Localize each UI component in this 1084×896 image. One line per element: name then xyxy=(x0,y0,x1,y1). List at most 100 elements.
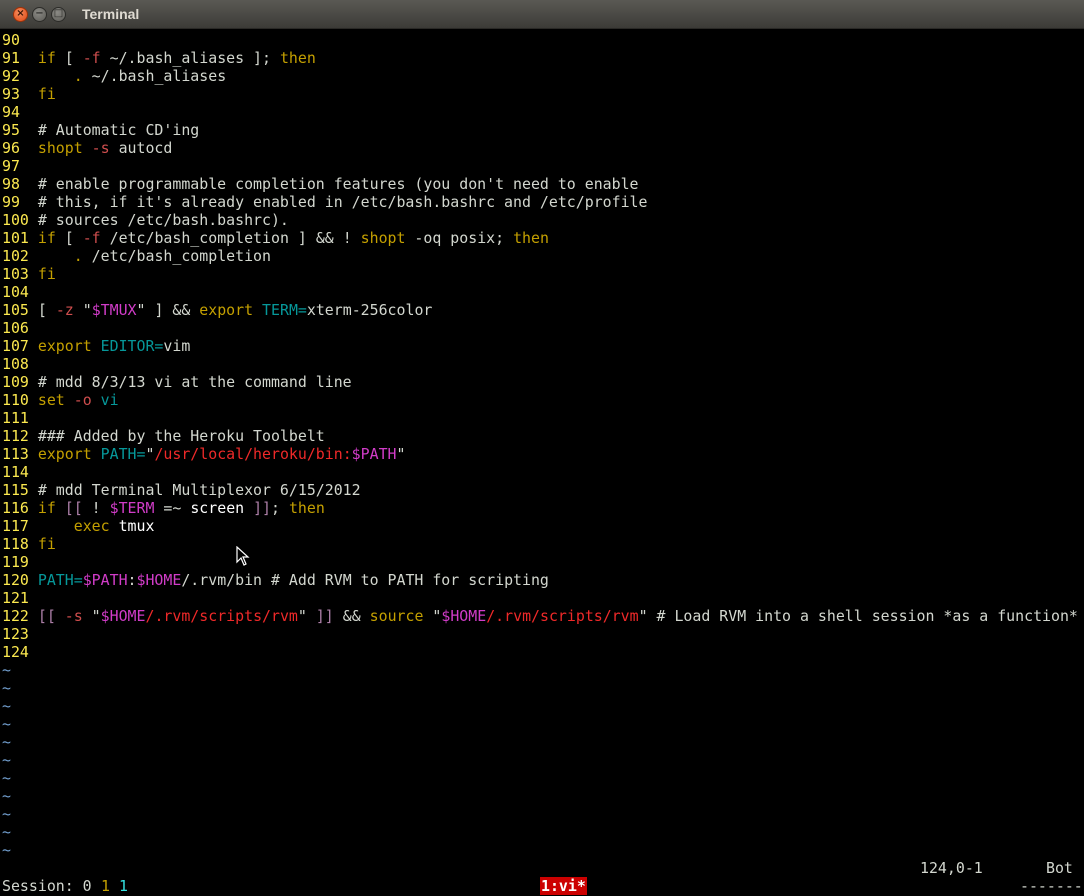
code-line[interactable]: 112 ### Added by the Heroku Toolbelt xyxy=(2,427,325,445)
code-token: export xyxy=(37,337,92,355)
line-number: 112 xyxy=(2,427,38,445)
code-line[interactable]: 118 fi xyxy=(2,535,56,553)
code-line[interactable]: 116 if [[ ! $TERM =~ screen ]]; then xyxy=(2,499,325,517)
code-line[interactable]: 110 set -o vi xyxy=(2,391,119,409)
code-line[interactable]: 122 [[ -s "$HOME/.rvm/scripts/rvm" ]] &&… xyxy=(2,607,1078,625)
code-line[interactable]: 117 exec tmux xyxy=(2,517,154,535)
code-line[interactable]: 113 export PATH= " /usr/local/heroku/bin:$… xyxy=(2,445,405,463)
code-token: screen xyxy=(190,499,245,517)
close-icon: × xyxy=(16,8,25,19)
maximize-icon: □ xyxy=(53,8,64,19)
code-token: . xyxy=(73,67,83,85)
code-line[interactable]: 94 xyxy=(2,103,38,121)
terminal-area[interactable]: 90 91 if [ -f ~/.bash_aliases ]; then 92 … xyxy=(0,29,1084,896)
line-number: 117 xyxy=(2,517,38,535)
code-line[interactable]: 123 xyxy=(2,625,38,643)
code-line[interactable]: 124 xyxy=(2,643,38,661)
code-line[interactable]: 101 if [ -f /etc/bash_completion ] && ! … xyxy=(2,229,549,247)
code-line[interactable]: 90 xyxy=(2,31,38,49)
line-number: 122 xyxy=(2,607,38,625)
code-token: TERM= xyxy=(262,301,307,319)
code-token: $PATH xyxy=(82,571,128,589)
code-line[interactable]: 108 xyxy=(2,355,38,373)
code-line[interactable]: 115 # mdd Terminal Multiplexor 6/15/2012 xyxy=(2,481,361,499)
code-token: " xyxy=(297,607,316,625)
code-token: # mdd 8/3/13 vi at the command line xyxy=(37,373,352,391)
line-number: 97 xyxy=(2,157,38,175)
code-token: $PATH xyxy=(351,445,397,463)
code-line[interactable]: 120 PATH=$PATH:$HOME/.rvm/bin # Add RVM … xyxy=(2,571,549,589)
code-line[interactable]: 96 shopt -s autocd xyxy=(2,139,172,157)
code-token: export xyxy=(37,445,92,463)
code-line[interactable]: 95 # Automatic CD'ing xyxy=(2,121,199,139)
code-token: [ xyxy=(55,49,83,67)
terminal-window: × − □ Terminal 90 91 if [ -f ~/.bash_ali… xyxy=(0,0,1084,896)
code-token: -oq posix; xyxy=(405,229,514,247)
maximize-button[interactable]: □ xyxy=(51,6,66,22)
code-line[interactable]: 104 xyxy=(2,283,38,301)
code-line[interactable]: 111 xyxy=(2,409,38,427)
code-line[interactable]: 97 xyxy=(2,157,38,175)
code-token: && xyxy=(333,607,370,625)
mouse-pointer-icon xyxy=(236,546,250,566)
code-token: : xyxy=(127,571,137,589)
tmux-right-status: ------- xyxy=(1020,877,1083,895)
line-number: 93 xyxy=(2,85,38,103)
tilde-line: ~ xyxy=(2,805,11,823)
code-line[interactable]: 119 xyxy=(2,553,38,571)
code-token: /.rvm/scripts/rvm xyxy=(145,607,298,625)
code-line[interactable]: 98 # enable programmable completion feat… xyxy=(2,175,639,193)
code-token: # sources /etc/bash.bashrc). xyxy=(37,211,289,229)
code-token: exec xyxy=(73,517,110,535)
tilde-line: ~ xyxy=(2,841,11,859)
line-number: 124 xyxy=(2,643,38,661)
code-token: -f xyxy=(82,229,101,247)
code-token: =~ xyxy=(154,499,191,517)
code-token: -o xyxy=(73,391,92,409)
tmux-window-tab-vi[interactable]: 1:vi* xyxy=(540,877,587,895)
code-line[interactable]: 106 xyxy=(2,319,38,337)
line-number: 116 xyxy=(2,499,38,517)
line-number: 108 xyxy=(2,355,38,373)
code-line[interactable]: 107 export EDITOR=vim xyxy=(2,337,190,355)
code-token: " xyxy=(396,445,406,463)
code-line[interactable]: 103 fi xyxy=(2,265,56,283)
code-line[interactable]: 105 [ -z "$TMUX" ] && export TERM=xterm-… xyxy=(2,301,432,319)
close-button[interactable]: × xyxy=(13,6,28,22)
code-token: if xyxy=(37,49,56,67)
code-token: # this, if it's already enabled in /etc/… xyxy=(37,193,648,211)
code-line[interactable]: 92 . ~/.bash_aliases xyxy=(2,67,226,85)
code-token: export xyxy=(199,301,254,319)
code-line[interactable]: 121 xyxy=(2,589,38,607)
code-line[interactable]: 114 xyxy=(2,463,38,481)
code-line[interactable]: 100 # sources /etc/bash.bashrc). xyxy=(2,211,289,229)
line-number: 101 xyxy=(2,229,38,247)
tilde-line: ~ xyxy=(2,751,11,769)
code-token: if xyxy=(37,229,56,247)
code-token: shopt xyxy=(360,229,406,247)
code-line[interactable]: 91 if [ -f ~/.bash_aliases ]; then xyxy=(2,49,316,67)
code-token: " xyxy=(82,607,101,625)
code-token: ~/.bash_aliases ]; xyxy=(100,49,280,67)
code-token: /etc/bash_completion ] && ! xyxy=(100,229,361,247)
code-token: $TERM xyxy=(109,499,155,517)
title-bar[interactable]: × − □ Terminal xyxy=(0,0,1084,29)
code-line[interactable]: 99 # this, if it's already enabled in /e… xyxy=(2,193,648,211)
code-token: ! xyxy=(82,499,110,517)
code-token: ### Added by the Heroku Toolbelt xyxy=(37,427,325,445)
minimize-button[interactable]: − xyxy=(32,6,47,22)
code-token: /usr/local/heroku/bin: xyxy=(154,445,352,463)
code-token: then xyxy=(513,229,549,247)
code-token: ~/.bash_aliases xyxy=(82,67,227,85)
line-number: 92 xyxy=(2,67,38,85)
code-token: -s xyxy=(91,139,110,157)
code-token: vim xyxy=(163,337,191,355)
code-line[interactable]: 109 # mdd 8/3/13 vi at the command line xyxy=(2,373,352,391)
code-token: then xyxy=(288,499,325,517)
code-line[interactable]: 102 . /etc/bash_completion xyxy=(2,247,271,265)
code-line[interactable]: 93 fi xyxy=(2,85,56,103)
